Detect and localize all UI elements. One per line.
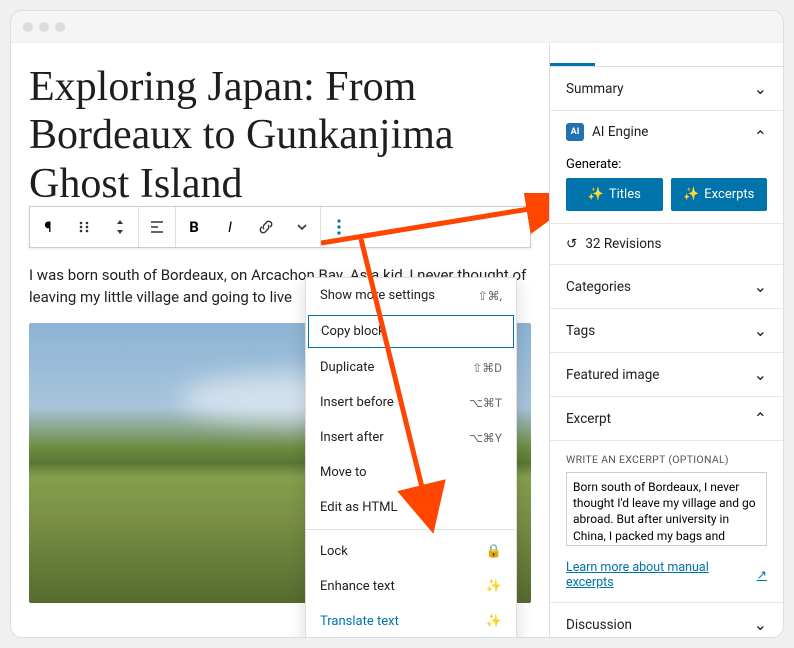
menu-label: Edit as HTML bbox=[320, 500, 397, 515]
generate-titles-button[interactable]: ✨ Titles bbox=[566, 178, 663, 211]
chevron-up-icon: ⌃ bbox=[754, 409, 767, 428]
chevron-down-icon: ⌄ bbox=[754, 615, 767, 634]
shortcut: ⇧⌘D bbox=[472, 361, 502, 375]
panel-label: AI Engine bbox=[592, 124, 648, 140]
wand-icon: ✨ bbox=[486, 579, 502, 594]
shortcut: ⌥⌘T bbox=[469, 396, 502, 410]
menu-lock[interactable]: Lock 🔒 bbox=[306, 534, 516, 569]
move-updown-icon[interactable] bbox=[102, 209, 138, 245]
wand-icon: ✨ bbox=[486, 614, 502, 629]
window-dot bbox=[39, 22, 49, 32]
menu-label: Move to bbox=[320, 465, 367, 480]
panel-categories[interactable]: Categories ⌄ bbox=[550, 265, 783, 309]
generate-label: Generate: bbox=[566, 157, 767, 172]
italic-button[interactable]: I bbox=[212, 209, 248, 245]
panel-label: Categories bbox=[566, 279, 631, 295]
panel-featured-image[interactable]: Featured image ⌄ bbox=[550, 353, 783, 397]
generate-excerpts-button[interactable]: ✨ Excerpts bbox=[671, 178, 768, 211]
panel-excerpt[interactable]: Excerpt ⌃ bbox=[550, 397, 783, 441]
menu-move-to[interactable]: Move to bbox=[306, 455, 516, 490]
panel-discussion[interactable]: Discussion ⌄ bbox=[550, 603, 783, 637]
lock-icon: 🔒 bbox=[486, 544, 502, 559]
panel-label: Featured image bbox=[566, 367, 659, 383]
chevron-down-icon[interactable] bbox=[284, 209, 320, 245]
chevron-up-icon[interactable]: ⌃ bbox=[754, 127, 767, 146]
excerpt-textarea[interactable] bbox=[566, 472, 767, 546]
browser-window: Exploring Japan: From Bordeaux to Gunkan… bbox=[10, 10, 784, 638]
menu-show-more[interactable]: Show more settings ⇧⌘, bbox=[306, 278, 516, 313]
shortcut: ⌥⌘Y bbox=[469, 431, 502, 445]
excerpt-body: WRITE AN EXCERPT (OPTIONAL) Learn more a… bbox=[550, 441, 783, 603]
panel-ai-engine: AI AI Engine ⌃ Generate: ✨ Titles ✨ Excerpt… bbox=[550, 111, 783, 224]
chevron-down-icon: ⌄ bbox=[754, 79, 767, 98]
app-body: Exploring Japan: From Bordeaux to Gunkan… bbox=[11, 43, 783, 637]
settings-sidebar: Summary ⌄ AI AI Engine ⌃ Generate: ✨ Titles… bbox=[549, 43, 783, 637]
drag-handle-icon[interactable] bbox=[66, 209, 102, 245]
external-icon: ↗ bbox=[757, 567, 767, 583]
excerpt-help-link[interactable]: Learn more about manual excerpts↗ bbox=[566, 560, 767, 590]
block-options-menu: Show more settings ⇧⌘, Copy block Duplica… bbox=[305, 277, 517, 637]
panel-summary[interactable]: Summary ⌄ bbox=[550, 67, 783, 111]
button-label: Titles bbox=[609, 187, 641, 202]
chevron-down-icon: ⌄ bbox=[754, 321, 767, 340]
post-title[interactable]: Exploring Japan: From Bordeaux to Gunkan… bbox=[29, 63, 531, 208]
history-icon: ↺ bbox=[566, 236, 577, 252]
menu-label: Copy block bbox=[321, 324, 385, 339]
window-titlebar bbox=[11, 11, 783, 43]
wand-icon: ✨ bbox=[588, 187, 604, 202]
menu-divider bbox=[306, 529, 516, 530]
menu-insert-before[interactable]: Insert before ⌥⌘T bbox=[306, 385, 516, 420]
align-icon[interactable] bbox=[139, 209, 175, 245]
wand-icon: ✨ bbox=[683, 187, 699, 202]
menu-label: Insert after bbox=[320, 430, 384, 445]
panel-label: Discussion bbox=[566, 617, 632, 633]
panel-tags[interactable]: Tags ⌄ bbox=[550, 309, 783, 353]
menu-translate-text[interactable]: Translate text ✨ bbox=[306, 604, 516, 637]
menu-label: Duplicate bbox=[320, 360, 374, 375]
menu-enhance-text[interactable]: Enhance text ✨ bbox=[306, 569, 516, 604]
menu-duplicate[interactable]: Duplicate ⇧⌘D bbox=[306, 350, 516, 385]
menu-label: Enhance text bbox=[320, 579, 395, 594]
editor-area: Exploring Japan: From Bordeaux to Gunkan… bbox=[11, 43, 549, 637]
tab-block[interactable] bbox=[595, 43, 623, 66]
link-label: Learn more about manual excerpts bbox=[566, 560, 753, 590]
menu-copy-block[interactable]: Copy block bbox=[308, 315, 514, 348]
window-dot bbox=[23, 22, 33, 32]
menu-label: Show more settings bbox=[320, 288, 435, 303]
menu-insert-after[interactable]: Insert after ⌥⌘Y bbox=[306, 420, 516, 455]
bold-button[interactable]: B bbox=[176, 209, 212, 245]
tab-post[interactable] bbox=[550, 43, 595, 66]
window-dot bbox=[55, 22, 65, 32]
chevron-down-icon: ⌄ bbox=[754, 277, 767, 296]
excerpt-field-label: WRITE AN EXCERPT (OPTIONAL) bbox=[566, 453, 767, 466]
menu-edit-html[interactable]: Edit as HTML bbox=[306, 490, 516, 525]
sidebar-tabs bbox=[550, 43, 783, 67]
menu-label: Insert before bbox=[320, 395, 394, 410]
button-label: Excerpts bbox=[704, 187, 754, 202]
panel-label: Summary bbox=[566, 81, 624, 97]
panel-label: Tags bbox=[566, 323, 595, 339]
paragraph-icon[interactable]: ¶ bbox=[30, 209, 66, 245]
panel-label: Excerpt bbox=[566, 411, 611, 427]
panel-label: 32 Revisions bbox=[585, 236, 661, 252]
ai-engine-icon: AI bbox=[566, 123, 584, 141]
shortcut: ⇧⌘, bbox=[478, 289, 502, 303]
menu-label: Lock bbox=[320, 544, 348, 559]
block-toolbar: ¶ B I bbox=[29, 206, 531, 248]
chevron-down-icon: ⌄ bbox=[754, 365, 767, 384]
panel-revisions[interactable]: ↺ 32 Revisions bbox=[550, 224, 783, 265]
more-options-icon[interactable] bbox=[321, 209, 357, 245]
link-icon[interactable] bbox=[248, 209, 284, 245]
menu-label: Translate text bbox=[320, 614, 399, 629]
